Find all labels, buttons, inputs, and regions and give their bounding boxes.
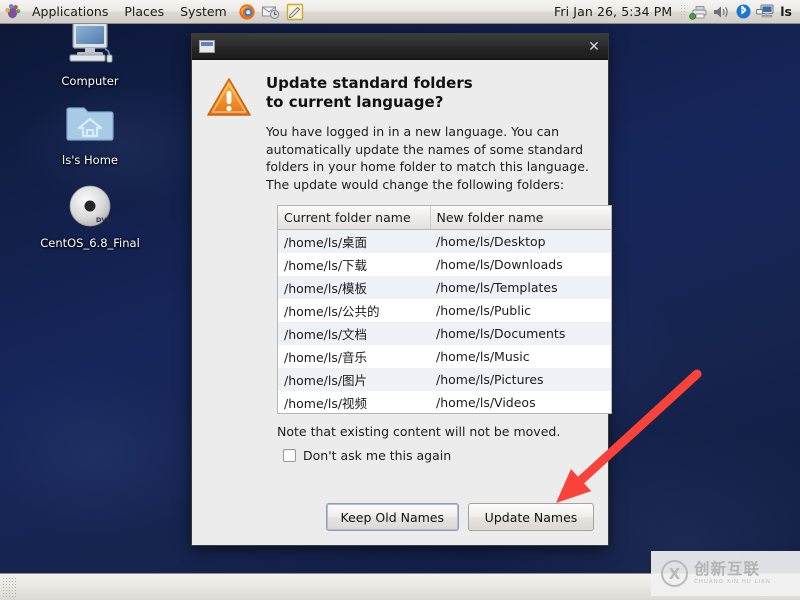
menu-applications[interactable]: Applications [25, 2, 115, 21]
text-editor-icon[interactable] [284, 2, 306, 22]
cell-current-folder: /home/ls/音乐 [284, 349, 368, 365]
cell-new-folder: /home/ls/Templates [430, 275, 611, 299]
table-row[interactable]: /home/ls/模板/home/ls/Templates [278, 275, 611, 299]
home-folder-icon [64, 99, 116, 151]
firefox-icon[interactable] [236, 2, 258, 22]
column-header-current[interactable]: Current folder name [278, 206, 431, 230]
dialog-body: Update standard folders to current langu… [192, 60, 612, 503]
cell-current-folder: /home/ls/桌面 [278, 229, 430, 253]
cell-new-folder: /home/ls/Public [436, 302, 532, 318]
cell-new-folder: /home/ls/Videos [436, 394, 536, 410]
watermark-text: 创新互联 CHUANG XIN HU LIAN [694, 559, 771, 587]
computer-icon [64, 16, 116, 72]
checkbox-label: Don't ask me this again [303, 448, 452, 463]
warning-triangle-icon [206, 72, 254, 193]
cell-current-folder: /home/ls/视频 [284, 395, 368, 411]
username-indicator[interactable]: ls [776, 4, 800, 19]
table-header-row: Current folder name New folder name [278, 206, 611, 230]
gnome-foot-icon[interactable] [1, 2, 23, 22]
cell-new-folder: /home/ls/Documents [430, 321, 611, 345]
close-icon[interactable]: ✕ [584, 37, 604, 57]
desktop-icon-label: CentOS_6.8_Final [40, 236, 140, 250]
dialog-header-area: Update standard folders to current langu… [206, 72, 594, 193]
desktop-icon-home[interactable]: ls's Home [35, 99, 145, 167]
cell-current-folder: /home/ls/公共的 [284, 303, 380, 319]
table-row[interactable]: /home/ls/图片/home/ls/Pictures [278, 367, 611, 391]
update-names-button[interactable]: Update Names [468, 503, 594, 531]
cell-new-folder: /home/ls/Pictures [430, 367, 611, 391]
dialog-heading-line2: to current language? [266, 93, 444, 111]
table-row[interactable]: /home/ls/下载/home/ls/Downloads [278, 253, 611, 276]
folder-table-container[interactable]: Current folder name New folder name /hom… [277, 205, 612, 414]
cell-current-folder: /home/ls/文档 [278, 321, 430, 345]
desktop-icon-label: ls's Home [62, 153, 118, 167]
evolution-mail-icon[interactable] [260, 2, 282, 22]
top-panel: Applications Places System Fri Jan 26, 5… [0, 0, 800, 24]
table-row[interactable]: /home/ls/桌面/home/ls/Desktop [278, 229, 611, 253]
keep-old-names-button[interactable]: Keep Old Names [325, 503, 459, 531]
desktop-icon-label: Computer [61, 74, 119, 88]
folder-table: Current folder name New folder name /hom… [278, 206, 611, 414]
clock[interactable]: Fri Jan 26, 5:34 PM [546, 4, 680, 19]
note-text: Note that existing content will not be m… [277, 424, 561, 439]
menu-system[interactable]: System [173, 2, 234, 21]
menu-places[interactable]: Places [117, 2, 171, 21]
bluetooth-icon[interactable] [732, 2, 754, 22]
column-header-new[interactable]: New folder name [430, 206, 611, 230]
tray-separator [680, 3, 687, 20]
show-desktop-button[interactable] [2, 577, 16, 597]
desktop-icon-computer[interactable]: Computer [35, 16, 145, 88]
dialog-heading-line1: Update standard folders [266, 74, 473, 92]
watermark: 创新互联 CHUANG XIN HU LIAN [651, 551, 800, 596]
table-row[interactable]: /home/ls/视频/home/ls/Videos [278, 391, 611, 414]
dialog-text-area: Update standard folders to current langu… [266, 72, 594, 193]
window-icon [199, 40, 215, 53]
cell-current-folder: /home/ls/图片 [278, 367, 430, 391]
volume-speaker-icon[interactable] [710, 2, 732, 22]
table-row[interactable]: /home/ls/音乐/home/ls/Music [278, 345, 611, 368]
network-printer-icon[interactable] [688, 2, 710, 22]
cell-new-folder: /home/ls/Music [436, 348, 530, 364]
cell-new-folder: /home/ls/Downloads [436, 256, 563, 272]
dialog-heading: Update standard folders to current langu… [266, 74, 594, 112]
update-folders-dialog: ✕ Update standard folders to current lan… [191, 33, 612, 546]
folder-table-body: /home/ls/桌面/home/ls/Desktop/home/ls/下载/h… [278, 229, 611, 414]
desktop-icon-dvd[interactable]: DVD CentOS_6.8_Final [35, 182, 145, 250]
cell-current-folder: /home/ls/模板 [278, 275, 430, 299]
table-row[interactable]: /home/ls/公共的/home/ls/Public [278, 299, 611, 322]
dont-ask-again-checkbox[interactable]: Don't ask me this again [283, 448, 594, 463]
watermark-cn: 创新互联 [694, 559, 761, 578]
table-row[interactable]: /home/ls/文档/home/ls/Documents [278, 321, 611, 345]
cx-logo-icon [661, 560, 688, 587]
folder-table-head: Current folder name New folder name [278, 206, 611, 230]
checkbox-box-icon[interactable] [283, 449, 296, 462]
dialog-button-row: Keep Old Names Update Names [192, 503, 608, 545]
network-display-icon[interactable] [754, 2, 776, 22]
cell-new-folder: /home/ls/Desktop [430, 229, 611, 253]
watermark-en: CHUANG XIN HU LIAN [694, 578, 771, 585]
svg-text:DVD: DVD [96, 216, 112, 224]
cell-current-folder: /home/ls/下载 [284, 257, 368, 273]
dialog-description: You have logged in in a new language. Yo… [266, 124, 589, 192]
dialog-titlebar[interactable]: ✕ [192, 34, 608, 60]
dvd-disc-icon: DVD [64, 182, 116, 234]
